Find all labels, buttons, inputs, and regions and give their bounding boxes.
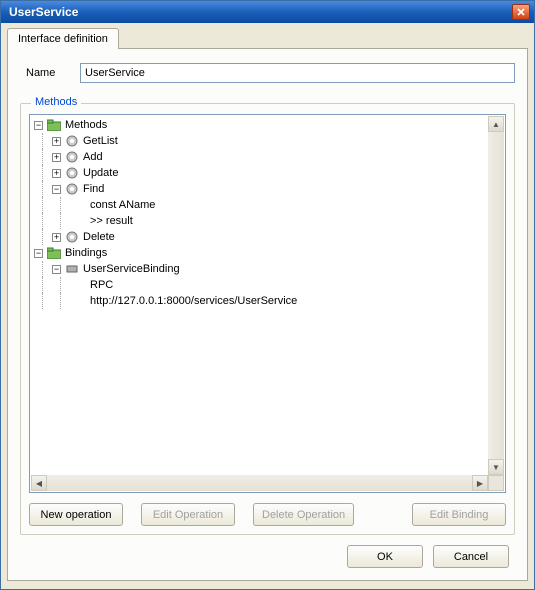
collapse-icon[interactable]: −: [34, 121, 43, 130]
tree-label: Find: [81, 183, 106, 195]
tree-leaf[interactable]: http://127.0.0.1:8000/services/UserServi…: [30, 293, 505, 309]
tree-label: RPC: [88, 279, 115, 291]
close-button[interactable]: [512, 4, 530, 20]
tree-label: http://127.0.0.1:8000/services/UserServi…: [88, 295, 299, 307]
expand-icon[interactable]: +: [52, 233, 61, 242]
tree-label: const AName: [88, 199, 157, 211]
tree-label: Update: [81, 167, 120, 179]
vertical-scrollbar[interactable]: ▲ ▼: [488, 116, 504, 475]
gear-icon: [65, 230, 79, 244]
tree-label: UserServiceBinding: [81, 263, 182, 275]
groupbox-legend: Methods: [31, 96, 81, 108]
collapse-icon[interactable]: −: [52, 265, 61, 274]
name-row: Name: [20, 63, 515, 83]
collapse-icon[interactable]: −: [52, 185, 61, 194]
gear-icon: [65, 134, 79, 148]
gear-icon: [65, 166, 79, 180]
titlebar: UserService: [1, 1, 534, 23]
scroll-up-button[interactable]: ▲: [488, 116, 504, 132]
tree-label: Methods: [63, 119, 109, 131]
tree-leaf[interactable]: RPC: [30, 277, 505, 293]
chevron-up-icon: ▲: [492, 120, 500, 129]
ok-button[interactable]: OK: [347, 545, 423, 568]
tree-label: >> result: [88, 215, 135, 227]
window-title: UserService: [9, 5, 512, 19]
horizontal-scrollbar[interactable]: ◀ ▶: [31, 475, 488, 491]
tree-leaf[interactable]: >> result: [30, 213, 505, 229]
scroll-right-button[interactable]: ▶: [472, 475, 488, 491]
dialog-footer: OK Cancel: [20, 535, 515, 570]
tabstrip: Interface definition: [7, 28, 528, 49]
client-area: Interface definition Name Methods −: [1, 23, 534, 589]
name-input[interactable]: [80, 63, 515, 83]
operation-buttons: New operation Edit Operation Delete Oper…: [29, 503, 506, 526]
tree-label: Delete: [81, 231, 117, 243]
cancel-button[interactable]: Cancel: [433, 545, 509, 568]
tree-node-update[interactable]: + Update: [30, 165, 505, 181]
gear-icon: [65, 150, 79, 164]
methods-groupbox: Methods − Methods: [20, 103, 515, 535]
tabpage: Name Methods −: [7, 48, 528, 581]
scroll-track[interactable]: [47, 475, 472, 491]
gear-icon: [65, 182, 79, 196]
scroll-down-button[interactable]: ▼: [488, 459, 504, 475]
expand-icon[interactable]: +: [52, 153, 61, 162]
tree[interactable]: − Methods +: [30, 115, 505, 492]
dialog-window: UserService Interface definition Name Me…: [0, 0, 535, 590]
tree-node-userservicebinding[interactable]: − UserServiceBinding: [30, 261, 505, 277]
scroll-track[interactable]: [488, 132, 504, 459]
binding-icon: [65, 262, 79, 276]
close-icon: [517, 8, 525, 16]
collapse-icon[interactable]: −: [34, 249, 43, 258]
tree-node-bindings[interactable]: − Bindings: [30, 245, 505, 261]
tree-node-methods[interactable]: − Methods: [30, 117, 505, 133]
expand-icon[interactable]: +: [52, 137, 61, 146]
tree-label: Bindings: [63, 247, 109, 259]
chevron-down-icon: ▼: [492, 463, 500, 472]
name-label: Name: [20, 67, 80, 79]
tree-label: GetList: [81, 135, 120, 147]
tree-node-delete[interactable]: + Delete: [30, 229, 505, 245]
folder-icon: [47, 118, 61, 132]
expand-icon[interactable]: +: [52, 169, 61, 178]
delete-operation-button[interactable]: Delete Operation: [253, 503, 354, 526]
tree-label: Add: [81, 151, 105, 163]
new-operation-button[interactable]: New operation: [29, 503, 123, 526]
scroll-left-button[interactable]: ◀: [31, 475, 47, 491]
edit-operation-button[interactable]: Edit Operation: [141, 503, 235, 526]
tree-container: − Methods +: [29, 114, 506, 493]
chevron-left-icon: ◀: [36, 479, 42, 488]
scroll-corner: [488, 475, 504, 491]
tab-interface-definition[interactable]: Interface definition: [7, 28, 119, 49]
edit-binding-button[interactable]: Edit Binding: [412, 503, 506, 526]
tree-node-add[interactable]: + Add: [30, 149, 505, 165]
tree-leaf[interactable]: const AName: [30, 197, 505, 213]
tree-node-getlist[interactable]: + GetList: [30, 133, 505, 149]
chevron-right-icon: ▶: [477, 479, 483, 488]
tree-node-find[interactable]: − Find: [30, 181, 505, 197]
folder-icon: [47, 246, 61, 260]
